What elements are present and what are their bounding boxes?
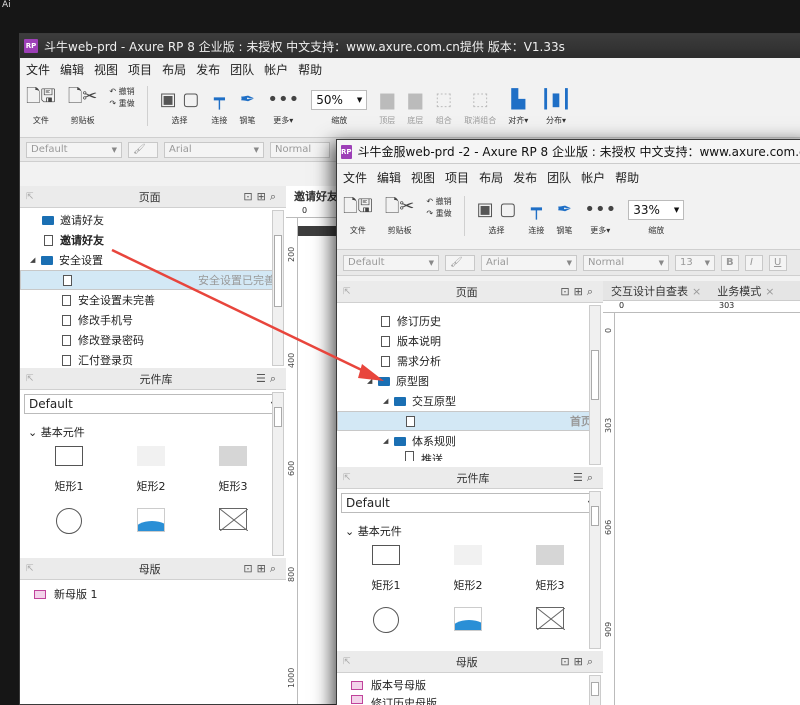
- annotation-arrow: [111, 248, 384, 381]
